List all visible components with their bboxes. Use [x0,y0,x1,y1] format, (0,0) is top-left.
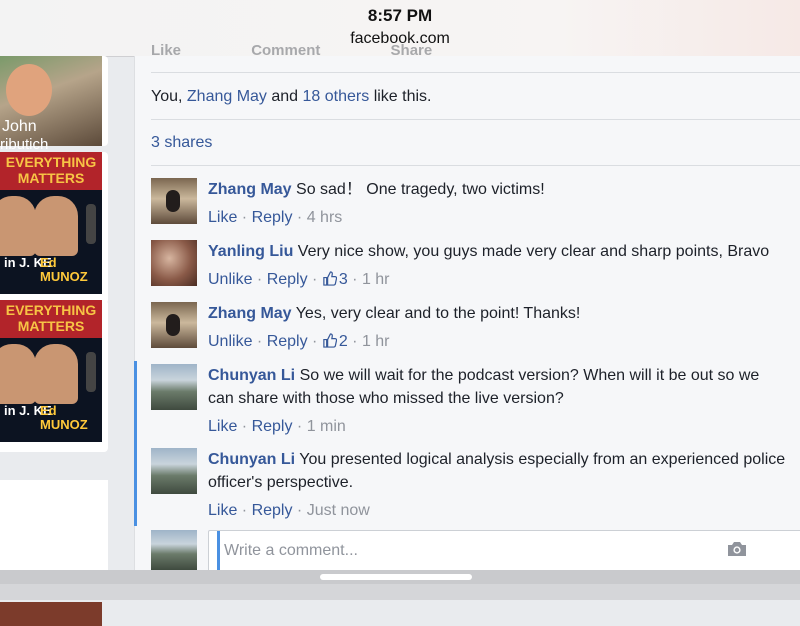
comment-meta: Like · Reply · 1 min [208,418,346,435]
left-sidebar: John ributich EVERYTHING MATTERS in J. K… [0,56,112,626]
commenter-name[interactable]: Yanling Liu [208,243,293,260]
comment-body: Zhang May So sad！ One tragedy, two victi… [208,178,800,229]
commenter-name[interactable]: Zhang May [208,305,292,322]
video-card-1[interactable]: EVERYTHING MATTERS in J. KE Ed MUNOZ [0,152,108,304]
comment-body: Yanling Liu Very nice show, you guys mad… [208,240,800,291]
host-right-label: Ed MUNOZ [40,403,88,432]
video-thumbnail-1[interactable]: EVERYTHING MATTERS in J. KE Ed MUNOZ [0,152,102,294]
profile-photo[interactable]: John ributich [0,56,102,153]
commenter-avatar[interactable] [151,302,197,348]
comment-text: Yes, very clear and to the point! Thanks… [295,305,581,322]
divider [151,72,800,73]
comment-composer[interactable] [208,530,800,572]
reply-link[interactable]: Reply [252,418,293,435]
bottom-bar [0,570,800,600]
partial-thumbnail[interactable] [0,602,102,626]
like-link[interactable]: Like [208,418,237,435]
comment-time: Just now [306,502,370,519]
host-right [34,344,78,404]
microphone-icon [86,204,96,244]
comment-meta: Unlike · Reply · 2 · 1 hr [208,333,390,350]
share-action[interactable]: Share [391,42,433,59]
reaction-count[interactable]: 2 [322,333,348,350]
likes-and: and [266,88,303,105]
host-right [34,196,78,256]
comment-time: 1 hr [361,271,390,288]
video-card-2[interactable]: EVERYTHING MATTERS in J. KE Ed MUNOZ [0,300,108,452]
microphone-icon [86,352,96,392]
like-link[interactable]: Like [208,209,237,226]
host-left [0,344,36,404]
post-comments-panel: Like Comment Share You, Zhang May and 18… [134,42,800,572]
comment-time: 1 min [306,418,346,435]
like-count: 3 [338,271,348,288]
comment-time: 4 hrs [306,209,343,226]
comment-text: You presented logical analysis especiall… [208,451,786,491]
comment-meta: Like · Reply · 4 hrs [208,209,343,226]
likes-prefix: You, [151,88,187,105]
commenter-name[interactable]: Chunyan Li [208,451,295,468]
video-banner-2: EVERYTHING MATTERS [0,300,102,338]
commenter-avatar[interactable] [151,448,197,494]
unlike-link[interactable]: Unlike [208,271,252,288]
commenter-avatar[interactable] [151,364,197,410]
comment-action[interactable]: Comment [251,42,320,59]
commenter-name[interactable]: Chunyan Li [208,367,295,384]
status-time: 8:57 PM [367,6,433,25]
reply-thread-indicator [134,361,137,526]
profile-name: John [2,118,37,135]
likes-suffix: like this. [369,88,432,105]
comment-meta: Unlike · Reply · 3 · 1 hr [208,271,390,288]
divider [151,119,800,120]
thumbs-up-icon [323,271,337,286]
profile-name-line2: ributich [0,136,49,153]
host-right-label: Ed MUNOZ [40,255,88,284]
liker-link[interactable]: Zhang May [187,88,267,105]
comment-text: Very nice show, you guys made very clear… [297,243,770,260]
commenter-avatar[interactable] [151,240,197,286]
comment-time: 1 hr [361,333,390,350]
profile-face [6,64,52,116]
commenter-avatar[interactable] [151,178,197,224]
host-left [0,196,36,256]
reaction-count[interactable]: 3 [322,271,348,288]
blank-card [0,480,108,570]
commenter-name[interactable]: Zhang May [208,181,292,198]
current-user-avatar [151,530,197,570]
reply-link[interactable]: Reply [267,271,308,288]
like-link[interactable]: Like [208,502,237,519]
comment-body: Chunyan Li You presented logical analysi… [208,448,791,522]
reply-link[interactable]: Reply [252,502,293,519]
comment-body: Chunyan Li So we will wait for the podca… [208,364,775,438]
others-link[interactable]: 18 others [303,88,370,105]
thumbs-up-icon [323,333,337,348]
profile-card[interactable]: John ributich [0,56,108,153]
divider [151,165,800,166]
post-action-bar: Like Comment Share [151,42,498,70]
reply-link[interactable]: Reply [252,209,293,226]
tab-strip [0,584,800,600]
comment-text: So sad！ One tragedy, two victims! [296,181,545,198]
shares-link[interactable]: 3 shares [151,134,212,152]
like-action[interactable]: Like [151,42,181,59]
video-thumbnail-2[interactable]: EVERYTHING MATTERS in J. KE Ed MUNOZ [0,300,102,442]
comment-meta: Like · Reply · Just now [208,502,370,519]
home-indicator[interactable] [320,574,472,580]
reply-link[interactable]: Reply [267,333,308,350]
video-banner-1: EVERYTHING MATTERS [0,152,102,190]
camera-icon[interactable] [727,541,747,557]
unlike-link[interactable]: Unlike [208,333,252,350]
comment-input[interactable] [217,531,746,571]
like-count: 2 [338,333,348,350]
comment-body: Zhang May Yes, very clear and to the poi… [208,302,800,353]
likes-summary: You, Zhang May and 18 others like this. [151,88,432,106]
